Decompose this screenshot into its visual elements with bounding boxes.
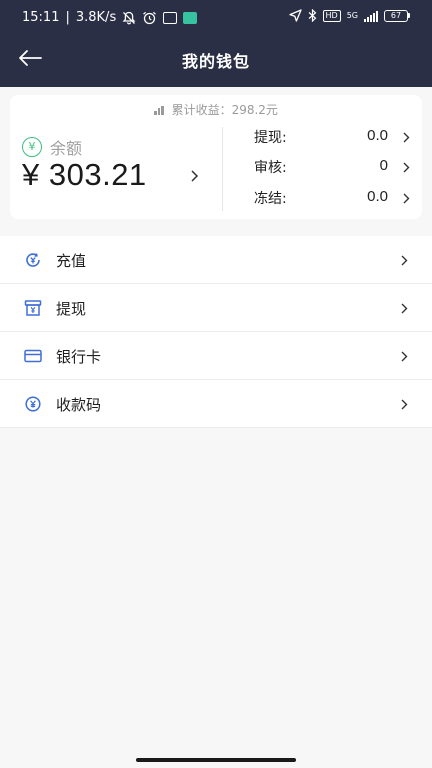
status-time: 15:11 <box>22 10 60 25</box>
notification-check-icon <box>183 11 198 24</box>
chevron-right-icon <box>191 170 199 182</box>
chevron-right-icon <box>401 399 408 410</box>
menu-item-bank-card[interactable]: 银行卡 <box>0 332 432 380</box>
cumulative-earnings: 累计收益：298.2元 <box>10 101 422 118</box>
bank-card-icon <box>24 349 42 363</box>
menu-item-withdraw[interactable]: 提现 <box>0 284 432 332</box>
recharge-icon <box>26 253 40 267</box>
chevron-right-icon <box>403 162 410 173</box>
bar-chart-icon <box>154 106 164 115</box>
navigation-bar: 我的钱包 <box>0 36 432 82</box>
chevron-right-icon <box>403 193 410 204</box>
chevron-right-icon <box>401 255 408 266</box>
alarm-icon <box>143 11 157 24</box>
home-indicator[interactable] <box>136 758 296 762</box>
page-title: 我的钱包 <box>181 52 250 71</box>
yen-icon: ¥ <box>22 137 42 157</box>
hd-icon: HD <box>322 9 341 22</box>
stat-frozen[interactable]: 冻结: 0.0 <box>254 188 410 210</box>
location-icon <box>288 9 302 22</box>
menu-item-payment-code[interactable]: 收款码 <box>0 380 432 428</box>
bell-off-icon <box>122 11 136 24</box>
signal-icon <box>364 10 378 22</box>
divider <box>222 127 223 211</box>
wallet-card: 累计收益：298.2元 ¥ 余额 ¥ 303.21 提现: 0.0 审核: 0 … <box>10 95 422 219</box>
stat-under-review[interactable]: 审核: 0 <box>254 157 410 179</box>
notification-app-icon <box>163 11 178 24</box>
battery-icon: 67 <box>384 9 410 22</box>
chevron-right-icon <box>403 132 410 143</box>
balance-block[interactable]: ¥ 余额 ¥ 303.21 <box>22 135 222 215</box>
wallet-menu: 充值 提现 银行卡 收款码 <box>0 236 432 428</box>
network-type: 5G <box>346 11 358 20</box>
balance-label: 余额 <box>50 139 83 158</box>
menu-item-recharge[interactable]: 充值 <box>0 236 432 284</box>
stat-withdrawn[interactable]: 提现: 0.0 <box>254 127 410 149</box>
bluetooth-icon <box>308 9 316 22</box>
balance-amount: ¥ 303.21 <box>22 157 147 192</box>
payment-code-icon <box>25 396 41 412</box>
withdraw-icon <box>24 300 42 316</box>
network-speed: 3.8K/s <box>75 10 117 25</box>
chevron-right-icon <box>401 351 408 362</box>
chevron-right-icon <box>401 303 408 314</box>
status-bar: 15:11 | 3.8K/s HD 5G 67 <box>0 0 432 36</box>
